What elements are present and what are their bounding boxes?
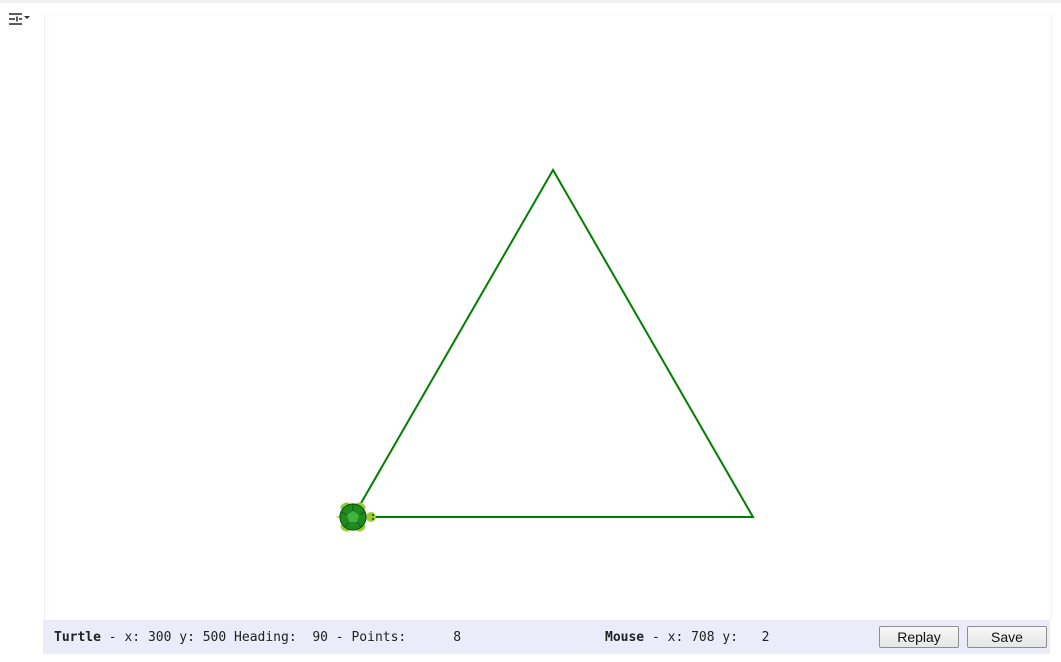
replay-button[interactable]: Replay (879, 626, 959, 648)
turtle-x-value: 300 (147, 630, 172, 645)
status-bar: Turtle - x: 300 y: 500 Heading: 90 - Poi… (43, 620, 1050, 654)
turtle-x-label: x: (124, 630, 141, 645)
drawing-area[interactable] (49, 16, 1049, 618)
top-strip (0, 0, 1061, 3)
mouse-dash: - (644, 630, 668, 645)
turtle-canvas-frame (44, 14, 1052, 620)
points-label: Points: (351, 630, 407, 645)
points-dash: - (327, 630, 352, 645)
mouse-status: Mouse - x: 708 y: 2 (605, 630, 769, 645)
mouse-y-value: 2 (761, 630, 770, 645)
turtle-label: Turtle (54, 630, 101, 645)
turtle-y-label: y: (179, 630, 195, 645)
save-button[interactable]: Save (967, 626, 1047, 648)
points-value: 8 (453, 630, 462, 645)
turtle-dash: - (100, 630, 125, 645)
heading-value: 90 (312, 630, 328, 645)
mouse-y-label: y: (722, 630, 739, 645)
turtle-icon (336, 502, 376, 532)
turtle-drawing (336, 167, 755, 532)
mouse-x-value: 708 (691, 630, 715, 645)
turtle-y-value: 500 (202, 630, 227, 645)
heading-label: Heading: (234, 630, 297, 645)
mouse-x-label: x: (667, 630, 684, 645)
left-rail (0, 3, 44, 662)
turtle-status: Turtle - x: 300 y: 500 Heading: 90 - Poi… (54, 630, 461, 645)
mouse-label: Mouse (605, 630, 645, 645)
drawn-triangle (352, 167, 755, 518)
tune-menu-icon[interactable] (7, 10, 31, 30)
